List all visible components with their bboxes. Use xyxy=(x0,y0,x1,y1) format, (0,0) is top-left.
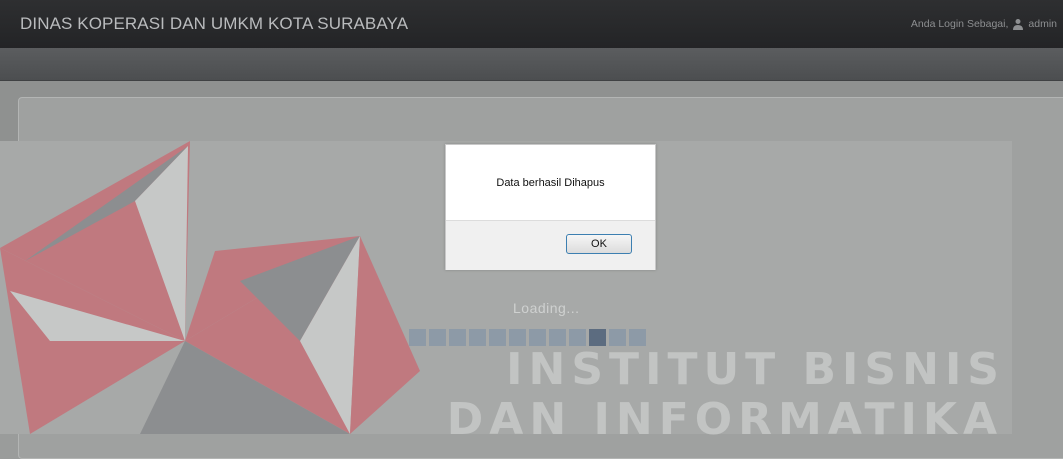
watermark-line-1: INSTITUT BISNIS xyxy=(506,344,1005,395)
loading-text: Loading... xyxy=(513,300,580,316)
dialog-footer: OK xyxy=(446,220,655,270)
login-label: Anda Login Sebagai, xyxy=(910,18,1009,30)
menu-bar xyxy=(0,48,1063,81)
loading-block xyxy=(449,329,466,346)
institution-logo-watermark xyxy=(0,141,420,434)
ok-button[interactable]: OK xyxy=(566,234,632,254)
user-icon xyxy=(1012,18,1024,30)
loading-block xyxy=(429,329,446,346)
top-navbar: DINAS KOPERASI DAN UMKM KOTA SURABAYA An… xyxy=(0,0,1063,48)
username-link[interactable]: admin xyxy=(1028,18,1057,30)
loading-block xyxy=(489,329,506,346)
dialog-message: Data berhasil Dihapus xyxy=(496,177,605,189)
user-login-info: Anda Login Sebagai, admin xyxy=(911,18,1057,30)
alert-dialog: Data berhasil Dihapus OK xyxy=(445,144,656,270)
loading-block xyxy=(409,329,426,346)
app-title: DINAS KOPERASI DAN UMKM KOTA SURABAYA xyxy=(20,14,409,33)
loading-block xyxy=(469,329,486,346)
watermark-line-2: DAN INFORMATIKA xyxy=(446,394,1003,445)
